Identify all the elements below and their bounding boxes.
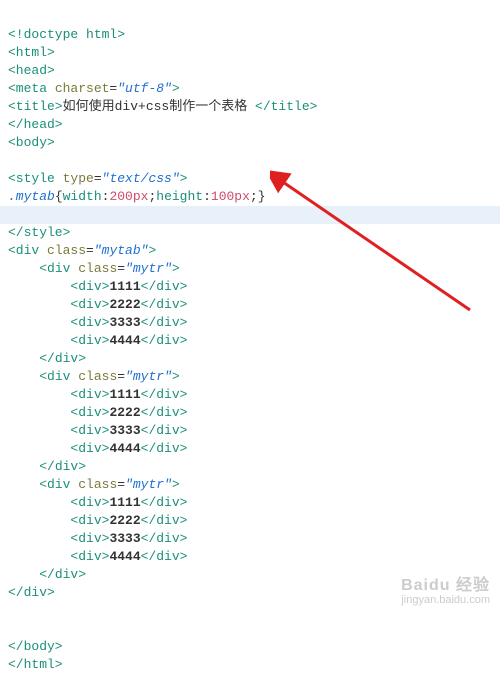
html-open: <html> — [8, 45, 55, 60]
body-close: </body> — [8, 639, 63, 654]
watermark-title: Baidu 经验 — [401, 579, 490, 593]
doctype: <!doctype html> — [8, 27, 125, 42]
title-text: 如何使用div+css制作一个表格 — [63, 99, 255, 114]
css-selector: .mytab — [8, 189, 55, 204]
meta-open: <meta — [8, 81, 55, 96]
style-open: <style — [8, 171, 63, 186]
watermark-url: jingyan.baidu.com — [401, 593, 490, 607]
body-open: <body> — [8, 135, 55, 150]
code-block: <!doctype html> <html> <head> <meta char… — [8, 8, 492, 674]
title-open: <title> — [8, 99, 63, 114]
head-open: <head> — [8, 63, 55, 78]
html-close: </html> — [8, 657, 63, 672]
highlighted-line — [0, 206, 500, 224]
head-close: </head> — [8, 117, 63, 132]
watermark: Baidu 经验 jingyan.baidu.com — [401, 579, 490, 607]
style-close: </style> — [8, 225, 70, 240]
